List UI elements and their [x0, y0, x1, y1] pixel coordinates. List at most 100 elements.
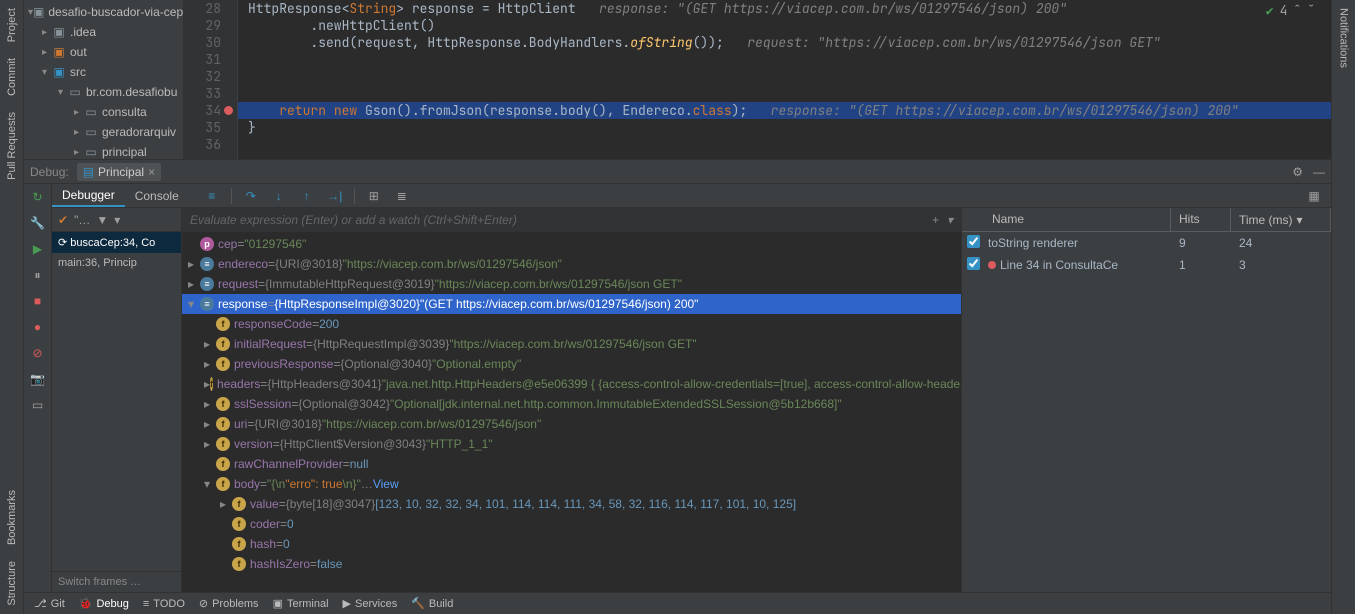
var-body-hashIsZero[interactable]: fhashIsZero = false	[182, 554, 961, 574]
tab-console[interactable]: Console	[125, 184, 189, 207]
bottom-terminal[interactable]: ▣ Terminal	[273, 597, 329, 610]
col-time[interactable]: Time (ms)▾	[1231, 208, 1331, 231]
tab-debugger[interactable]: Debugger	[52, 184, 125, 207]
tree-root[interactable]: ▾▣desafio-buscador-via-cep	[24, 2, 183, 22]
var-sslSession[interactable]: ▸fsslSession = {Optional@3042} "Optional…	[182, 394, 961, 414]
evaluate-icon[interactable]: ⊞	[365, 187, 383, 205]
var-rawChannelProvider[interactable]: frawChannelProvider = null	[182, 454, 961, 474]
tree-src[interactable]: ▾▣src	[24, 62, 183, 82]
project-tree[interactable]: ▾▣desafio-buscador-via-cep ▸▣.idea ▸▣out…	[24, 0, 184, 159]
folder-icon: ▣	[33, 5, 44, 19]
close-icon[interactable]: ×	[148, 165, 155, 179]
tree-idea[interactable]: ▸▣.idea	[24, 22, 183, 42]
bottom-todo[interactable]: ≡ TODO	[143, 598, 185, 610]
folder-icon: ▣	[52, 25, 66, 39]
frame-0[interactable]: ⟳ buscaCep:34, Co	[52, 232, 181, 253]
bottom-build[interactable]: 🔨 Build	[411, 597, 453, 610]
pause-button[interactable]: ⏸	[29, 266, 47, 284]
run-config-icon: ▤	[83, 165, 94, 179]
var-headers[interactable]: ▸fheaders = {HttpHeaders@3041} "java.net…	[182, 374, 961, 394]
tree-pkg[interactable]: ▾▭br.com.desafiobu	[24, 82, 183, 102]
thread-label: "…	[74, 213, 90, 227]
code-editor[interactable]: 28 29 30 31 32 33 34 35 36 HttpResponse<…	[184, 0, 1331, 159]
sort-icon: ▾	[1297, 213, 1303, 227]
resume-button[interactable]: ▶	[29, 240, 47, 258]
bottom-problems[interactable]: ⊘ Problems	[199, 597, 259, 610]
evaluate-input[interactable]: Evaluate expression (Enter) or add a wat…	[190, 213, 517, 227]
tree-principal[interactable]: ▸▭principal	[24, 142, 183, 159]
camera-icon[interactable]: 📷	[29, 370, 47, 388]
rerun-button[interactable]: ↻	[29, 188, 47, 206]
var-body-hash[interactable]: fhash = 0	[182, 534, 961, 554]
overhead-enable-checkbox[interactable]	[967, 235, 980, 248]
var-endereco[interactable]: ▸≡endereco = {URI@3018} "https://viacep.…	[182, 254, 961, 274]
bottom-debug[interactable]: 🐞 Debug	[79, 597, 129, 610]
step-into-icon[interactable]: ↓	[270, 187, 288, 205]
sidebar-commit[interactable]: Commit	[4, 50, 20, 104]
mute-breakpoints-button[interactable]: ⊘	[29, 344, 47, 362]
down-icon[interactable]: ˇ	[1307, 2, 1315, 19]
var-body-coder[interactable]: fcoder = 0	[182, 514, 961, 534]
view-link[interactable]: View	[373, 477, 399, 491]
settings-icon[interactable]: ⚙	[1292, 165, 1303, 179]
inspections-icon[interactable]: ✔	[1266, 2, 1274, 19]
tree-gerador[interactable]: ▸▭geradorarquiv	[24, 122, 183, 142]
expand-icon[interactable]: ▾	[947, 213, 953, 227]
debug-side-toolbar: ↻ 🔧 ▶ ⏸ ■ ● ⊘ 📷 ▭	[24, 184, 52, 592]
add-watch-icon[interactable]: +	[932, 213, 939, 227]
var-request[interactable]: ▸≡request = {ImmutableHttpRequest@3019} …	[182, 274, 961, 294]
bottom-git[interactable]: ⎇ Git	[34, 597, 65, 610]
field-badge-icon: f	[216, 437, 230, 451]
step-over-icon[interactable]: ↷	[242, 187, 260, 205]
step-out-icon[interactable]: ↑	[298, 187, 316, 205]
tree-out[interactable]: ▸▣out	[24, 42, 183, 62]
up-icon[interactable]: ˆ	[1293, 2, 1301, 19]
filter-icon[interactable]: ▼	[96, 213, 108, 227]
sidebar-pull-requests[interactable]: Pull Requests	[4, 104, 20, 188]
execution-line: return new Gson().fromJson(response.body…	[238, 102, 1331, 119]
frame-1[interactable]: main:36, Princip	[52, 253, 181, 273]
variables-tree[interactable]: pcep = "01297546" ▸≡endereco = {URI@3018…	[182, 232, 961, 592]
inspections-count: 4	[1280, 2, 1288, 19]
sidebar-project[interactable]: Project	[4, 0, 20, 50]
more-icon[interactable]: ▾	[114, 213, 120, 227]
show-execution-point-icon[interactable]: ≡	[203, 187, 221, 205]
overhead-row-1[interactable]: Line 34 in ConsultaCe 1 3	[962, 254, 1331, 276]
overhead-enable-checkbox[interactable]	[967, 257, 980, 270]
var-body[interactable]: ▾fbody = "{\n "erro": true\n}" … View	[182, 474, 961, 494]
sidebar-structure[interactable]: Structure	[4, 553, 20, 614]
var-response[interactable]: ▾≡response = {HttpResponseImpl@3020} "(G…	[182, 294, 961, 314]
trace-icon[interactable]: ≣	[393, 187, 411, 205]
var-version[interactable]: ▸fversion = {HttpClient$Version@3043} "H…	[182, 434, 961, 454]
var-initialRequest[interactable]: ▸finitialRequest = {HttpRequestImpl@3039…	[182, 334, 961, 354]
breakpoint-line-34[interactable]: 34	[184, 102, 221, 119]
sidebar-bookmarks[interactable]: Bookmarks	[4, 482, 20, 553]
col-hits[interactable]: Hits	[1171, 208, 1231, 231]
var-cep[interactable]: pcep = "01297546"	[182, 234, 961, 254]
run-to-cursor-icon[interactable]: →|	[326, 187, 344, 205]
field-badge-icon: f	[232, 557, 246, 571]
layout-icon[interactable]: ▭	[29, 396, 47, 414]
var-responseCode[interactable]: fresponseCode = 200	[182, 314, 961, 334]
debug-run-tab[interactable]: ▤ Principal ×	[77, 163, 161, 181]
gutter: 28 29 30 31 32 33 34 35 36	[184, 0, 238, 159]
var-body-value[interactable]: ▸fvalue = {byte[18]@3047} [123, 10, 32, …	[182, 494, 961, 514]
overhead-panel: Name Hits Time (ms)▾ toString renderer 9…	[961, 208, 1331, 592]
field-badge-icon: f	[216, 477, 230, 491]
col-name[interactable]: Name	[984, 208, 1171, 231]
overhead-layout-icon[interactable]: ▦	[1305, 187, 1323, 205]
stop-button[interactable]: ■	[29, 292, 47, 310]
overhead-row-0[interactable]: toString renderer 9 24	[962, 232, 1331, 254]
var-uri[interactable]: ▸furi = {URI@3018} "https://viacep.com.b…	[182, 414, 961, 434]
var-previousResponse[interactable]: ▸fpreviousResponse = {Optional@3040} "Op…	[182, 354, 961, 374]
view-breakpoints-button[interactable]: ●	[29, 318, 47, 336]
package-icon: ▭	[68, 85, 82, 99]
modify-run-button[interactable]: 🔧	[29, 214, 47, 232]
field-badge-icon: f	[216, 317, 230, 331]
bottom-services[interactable]: ▶ Services	[343, 597, 398, 610]
switch-frames[interactable]: Switch frames …	[52, 571, 181, 592]
sidebar-notifications[interactable]: Notifications	[1336, 0, 1352, 76]
tree-consulta[interactable]: ▸▭consulta	[24, 102, 183, 122]
minimize-icon[interactable]: —	[1313, 165, 1325, 179]
obj-badge-icon: ≡	[200, 257, 214, 271]
